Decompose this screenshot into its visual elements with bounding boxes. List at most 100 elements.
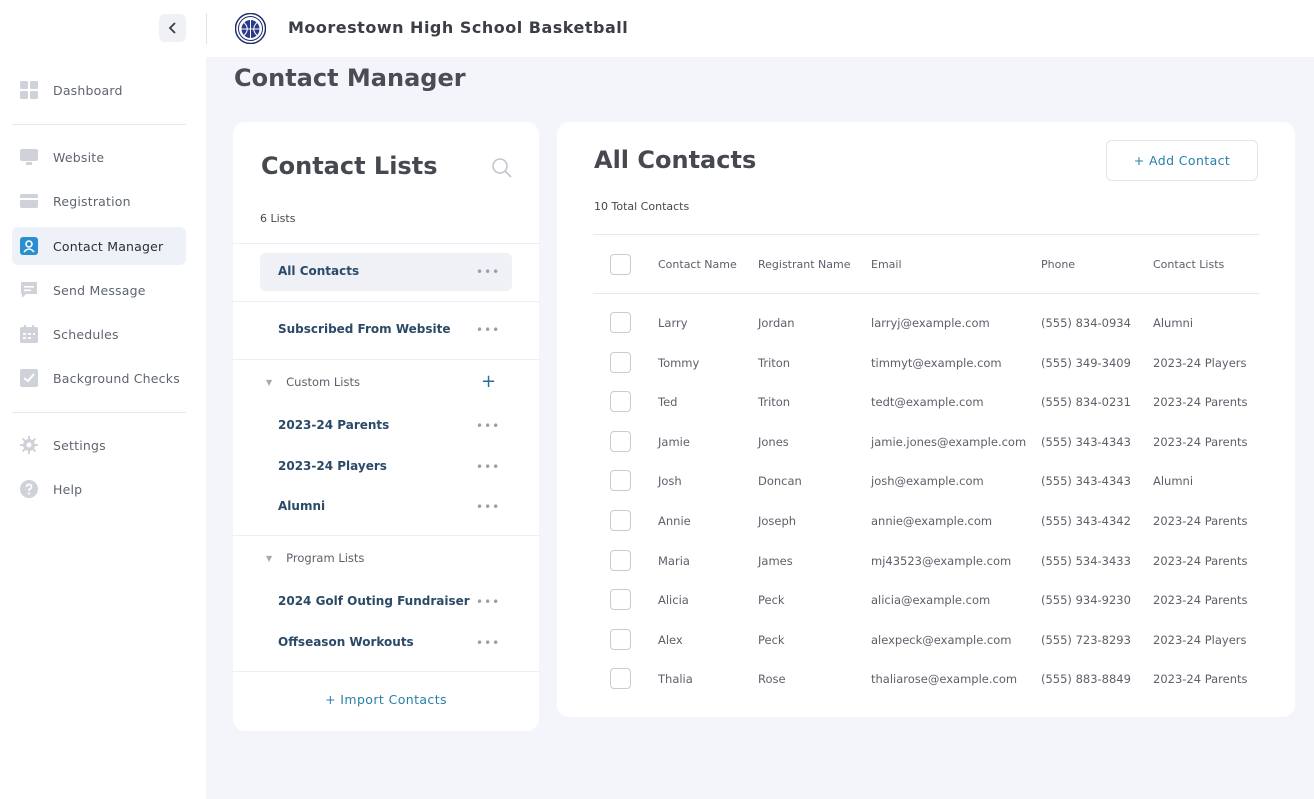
collapse-triangle-icon: ▼ [266,554,273,563]
contact-lists-cell: 2023-24 Parents [1153,434,1248,449]
email-cell: thaliarose@example.com [871,672,1018,687]
collapse-triangle-icon: ▼ [266,378,273,387]
sidebar-item-label: Website [53,149,105,165]
contact-name-cell: Alicia [658,593,689,608]
contact-lists-cell: 2023-24 Parents [1153,514,1248,528]
list-name: Subscribed From Website [278,322,451,336]
email-cell: alicia@example.com [871,593,991,608]
row-checkbox[interactable] [610,312,631,333]
custom-lists-header[interactable]: ▼ Custom Lists [266,375,360,389]
column-header[interactable]: Contact Lists [1153,258,1224,271]
table-row[interactable]: Josh Doncan josh@example.com (555) 343-4343… [557,462,1295,500]
column-header[interactable]: Email [871,258,902,271]
sidebar-item-label: Help [53,481,83,497]
list-item-custom[interactable]: 2023-24 Parents ••• [260,407,512,445]
monitor-icon [20,148,38,166]
list-item-custom[interactable]: 2023-24 Players ••• [260,448,512,486]
registrant-name-cell: Peck [758,593,785,608]
contact-lists-cell: 2023-24 Players [1153,355,1247,370]
sidebar-item-label: Settings [53,437,106,453]
row-checkbox[interactable] [610,628,631,650]
contact-name-cell: Thalia [658,672,693,687]
contact-name-cell: Annie [658,514,691,528]
sidebar-item-dashboard[interactable]: Dashboard [12,71,186,109]
divider [233,671,539,672]
table-row[interactable]: Larry Jordan larryj@example.com (555) 834-0… [557,304,1295,342]
table-row[interactable]: Thalia Rose thaliarose@example.com (555) 88… [557,660,1295,698]
more-options-icon[interactable]: ••• [476,265,500,279]
phone-cell: (555) 349-3409 [1041,355,1131,370]
phone-cell: (555) 834-0231 [1041,395,1131,410]
sidebar-item-settings[interactable]: Settings [12,426,186,464]
phone-cell: (555) 343-4343 [1041,474,1131,489]
more-options-icon[interactable]: ••• [476,595,500,609]
divider [233,301,539,302]
row-checkbox[interactable] [610,668,631,690]
row-checkbox[interactable] [610,470,631,492]
more-options-icon[interactable]: ••• [476,636,500,650]
more-options-icon[interactable]: ••• [476,460,500,474]
list-name: 2024 Golf Outing Fundraiser [278,594,470,608]
table-row[interactable]: Annie Joseph annie@example.com (555) 343-43… [557,502,1295,540]
group-label: Program Lists [286,551,365,565]
contact-lists-panel: Contact Lists 6 Lists All Contacts ••• S… [233,122,539,731]
contact-name-cell: Alex [658,632,683,647]
add-contact-button[interactable]: + Add Contact [1106,140,1258,181]
card-icon [20,192,38,210]
phone-cell: (555) 834-0934 [1041,316,1131,330]
table-row[interactable]: Tommy Triton timmyt@example.com (555) 349-3… [557,344,1295,382]
list-item-custom[interactable]: Alumni ••• [260,488,512,526]
select-all-checkbox[interactable] [610,254,631,275]
more-options-icon[interactable]: ••• [476,500,500,514]
sidebar-item-background-checks[interactable]: Background Checks [12,359,186,397]
email-cell: jamie.jones@example.com [871,434,1027,449]
row-checkbox[interactable] [610,430,631,452]
table-row[interactable]: Maria James mj43523@example.com (555) 534-3… [557,542,1295,580]
row-checkbox[interactable] [610,351,631,373]
calendar-icon [20,325,38,343]
sidebar-item-contact-manager[interactable]: Contact Manager [12,227,186,265]
import-contacts-link[interactable]: + Import Contacts [233,692,539,707]
sidebar-item-schedules[interactable]: Schedules [12,315,186,353]
row-checkbox[interactable] [610,589,631,611]
sidebar-item-website[interactable]: Website [12,138,186,176]
sidebar-item-help[interactable]: Help [12,470,186,508]
sidebar-item-label: Dashboard [53,82,123,98]
column-header[interactable]: Registrant Name [758,258,851,271]
contact-lists-cell: 2023-24 Players [1153,632,1247,647]
add-list-button[interactable]: + [481,371,496,392]
contact-lists-cell: 2023-24 Parents [1153,395,1248,410]
row-checkbox[interactable] [610,510,631,531]
list-item-subscribed[interactable]: Subscribed From Website ••• [260,311,512,349]
school-logo [234,12,267,45]
email-cell: timmyt@example.com [871,355,1002,370]
row-checkbox[interactable] [610,391,631,413]
table-row[interactable]: Ted Triton tedt@example.com (555) 834-0231 2… [557,383,1295,421]
table-row[interactable]: Jamie Jones jamie.jones@example.com (555) 3… [557,423,1295,461]
contact-name-cell: Jamie [658,434,690,449]
list-item-program[interactable]: Offseason Workouts ••• [260,624,512,662]
sidebar-item-registration[interactable]: Registration [12,182,186,220]
column-header[interactable]: Contact Name [658,258,737,271]
sidebar-item-send-message[interactable]: Send Message [12,271,186,309]
row-checkbox[interactable] [610,549,631,571]
search-icon[interactable] [491,157,513,179]
divider [233,535,539,536]
table-divider [593,293,1259,294]
more-options-icon[interactable]: ••• [476,419,500,433]
contact-name-cell: Maria [658,553,690,568]
top-header: Moorestown High School Basketball [206,0,1314,57]
phone-cell: (555) 343-4342 [1041,514,1131,528]
group-label: Custom Lists [286,375,360,389]
table-row[interactable]: Alicia Peck alicia@example.com (555) 934-92… [557,581,1295,619]
list-item-all-contacts[interactable]: All Contacts ••• [260,253,512,291]
program-lists-header[interactable]: ▼ Program Lists [266,551,364,565]
message-icon [20,281,38,299]
column-header[interactable]: Phone [1041,258,1075,271]
more-options-icon[interactable]: ••• [476,323,500,337]
table-row[interactable]: Alex Peck alexpeck@example.com (555) 723-82… [557,621,1295,659]
collapse-sidebar-button[interactable] [159,14,186,42]
registrant-name-cell: Triton [758,395,791,410]
list-item-program[interactable]: 2024 Golf Outing Fundraiser ••• [260,583,512,621]
email-cell: tedt@example.com [871,395,984,410]
